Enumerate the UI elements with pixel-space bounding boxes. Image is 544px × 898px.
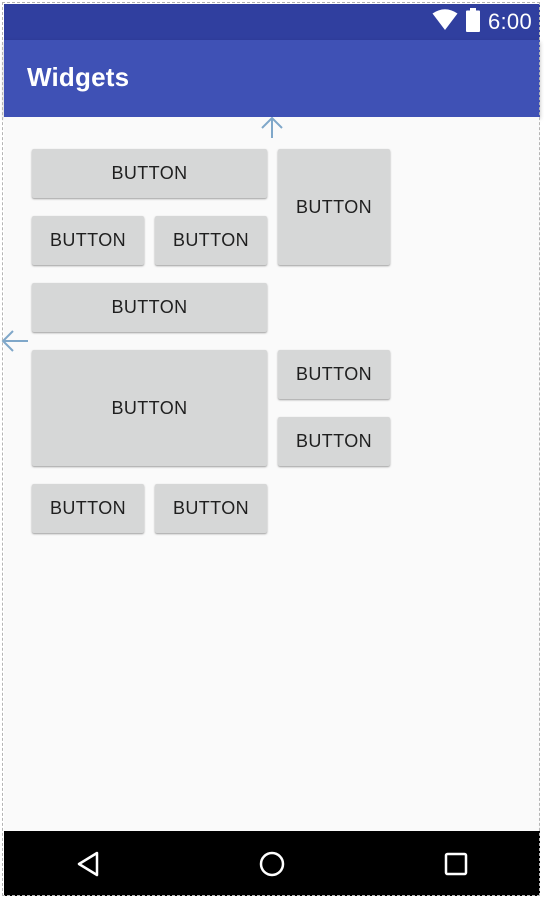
button-4[interactable]: BUTTON [155, 216, 267, 265]
arrow-up-icon [260, 116, 284, 144]
content-area: BUTTON BUTTON BUTTON BUTTON BUTTON BUTTO… [1, 116, 540, 831]
button-3[interactable]: BUTTON [32, 216, 144, 265]
button-1[interactable]: BUTTON [32, 149, 267, 198]
status-time: 6:00 [487, 9, 532, 34]
status-icons: 6:00 [432, 4, 532, 40]
app-bar: Widgets [4, 40, 540, 117]
button-7[interactable]: BUTTON [278, 350, 390, 399]
wifi-icon [432, 8, 458, 36]
button-6[interactable]: BUTTON [32, 350, 267, 466]
button-10[interactable]: BUTTON [155, 484, 267, 533]
home-icon[interactable] [255, 847, 289, 881]
back-icon[interactable] [71, 847, 105, 881]
arrow-left-icon [1, 330, 29, 357]
navigation-bar [4, 831, 540, 896]
app-title: Widgets [27, 62, 130, 92]
button-2[interactable]: BUTTON [278, 149, 390, 265]
device-screen: 6:00 Widgets BUTTON BUTTON BUTTON BUTTON… [0, 0, 544, 898]
battery-icon [465, 7, 480, 37]
recents-icon[interactable] [439, 847, 473, 881]
status-bar: 6:00 [4, 4, 540, 40]
button-5[interactable]: BUTTON [32, 283, 267, 332]
button-8[interactable]: BUTTON [278, 417, 390, 466]
button-9[interactable]: BUTTON [32, 484, 144, 533]
